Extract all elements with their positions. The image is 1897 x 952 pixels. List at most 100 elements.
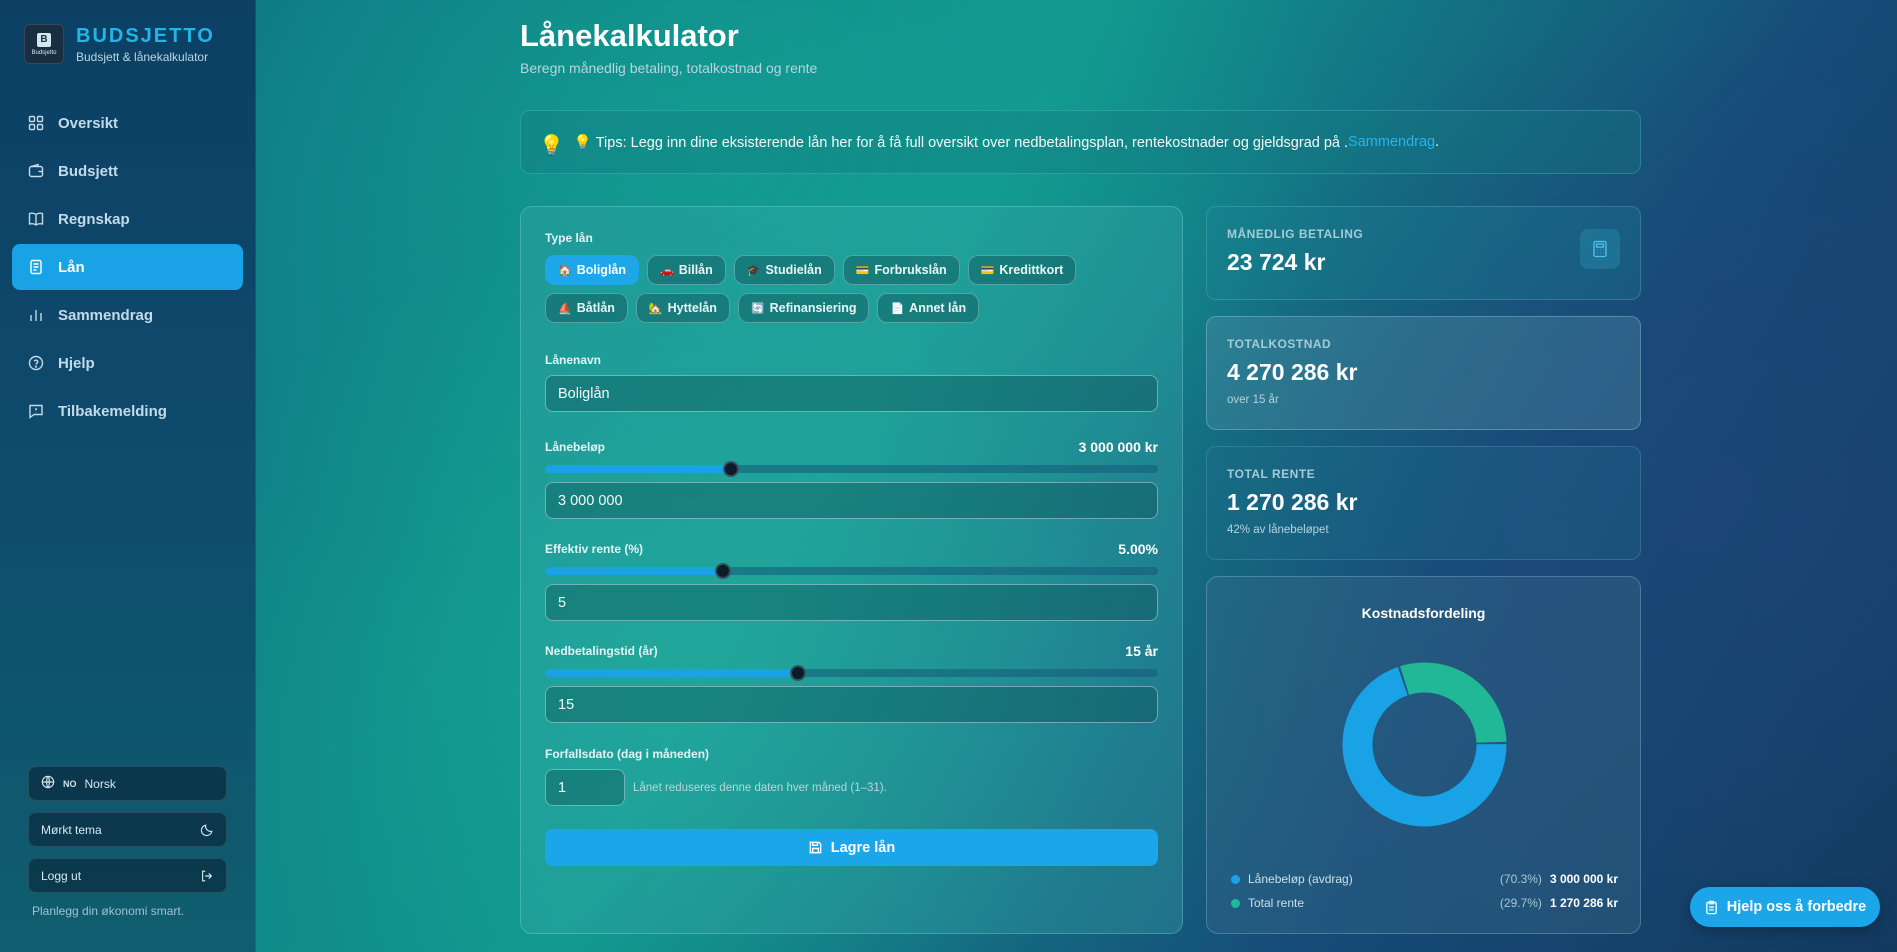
page-subtitle: Beregn månedlig betaling, totalkostnad o… [520, 60, 818, 76]
chip-boliglan[interactable]: 🏠 Boliglån [545, 255, 640, 285]
chip-studielan[interactable]: 🎓 Studielån [733, 255, 835, 285]
total-interest-sub: 42% av lånebeløpet [1227, 524, 1329, 536]
theme-toggle[interactable]: Mørkt tema [28, 812, 227, 847]
sidebar-item-lan[interactable]: Lån [12, 244, 243, 290]
cost-donut-chart [1342, 662, 1507, 827]
chip-label: Studielån [765, 263, 822, 277]
loan-amount-slider[interactable] [545, 461, 1158, 477]
legend-dot [1231, 874, 1240, 884]
save-loan-button[interactable]: Lagre lån [545, 829, 1158, 866]
loan-amount-input[interactable]: 3 000 000 [545, 482, 1158, 519]
graduation-cap-icon: 🎓 [746, 264, 761, 277]
legend-label: Total rente [1248, 896, 1305, 910]
logout-label: Logg ut [41, 868, 82, 883]
chart-title: Kostnadsfordeling [1361, 605, 1486, 621]
tip-link-sammendrag[interactable]: Sammendrag [1348, 134, 1435, 150]
cost-distribution-card: Kostnadsfordeling Lånebeløp (avdrag) (70… [1206, 576, 1641, 934]
tip-end: . [1435, 134, 1440, 150]
sidebar-item-budsjett[interactable]: Budsjett [12, 148, 243, 194]
tip-banner: 💡 💡 Tips: Legg inn dine eksisterende lån… [520, 110, 1641, 174]
due-date-hint: Lånet reduseres denne daten hver måned (… [633, 781, 887, 794]
chip-kredittkort[interactable]: 💳 Kredittkort [967, 255, 1077, 285]
chart-legend: Lånebeløp (avdrag) (70.3%) 3 000 000 kr … [1231, 867, 1618, 915]
chip-billan[interactable]: 🚗 Billån [647, 255, 726, 285]
legend-value: 1 270 286 kr [1549, 896, 1618, 910]
slider-thumb[interactable] [715, 563, 732, 579]
sidebar-item-tilbakemelding[interactable]: Tilbakemelding [12, 388, 243, 434]
bar-chart-icon [28, 307, 44, 323]
legend-value: 3 000 000 kr [1549, 872, 1618, 886]
language-code: NO [63, 778, 77, 789]
chip-refinansiering[interactable]: 🔄 Refinansiering [737, 293, 870, 323]
due-date-input[interactable]: 1 [545, 769, 625, 806]
slider-fill [545, 567, 724, 575]
monthly-payment-label: MÅNEDLIG BETALING [1227, 227, 1364, 241]
chip-hyttelan[interactable]: 🏡 Hyttelån [635, 293, 730, 323]
receipt-icon [28, 259, 44, 275]
slider-thumb[interactable] [722, 461, 739, 477]
brand-logo: B Budsjetto [24, 24, 64, 64]
chip-batlan[interactable]: ⛵ Båtlån [545, 293, 628, 323]
theme-label: Mørkt tema [41, 822, 102, 837]
chip-label: Boliglån [576, 263, 627, 277]
chip-forbrukslan[interactable]: 💳 Forbrukslån [842, 255, 960, 285]
legend-dot [1231, 898, 1240, 908]
sidebar-item-label: Regnskap [58, 210, 130, 228]
sidebar-item-sammendrag[interactable]: Sammendrag [12, 292, 243, 338]
rate-label: Effektiv rente (%) [545, 542, 644, 556]
total-interest-value: 1 270 286 kr [1227, 489, 1358, 515]
lightbulb-icon: 💡 [539, 134, 564, 157]
term-display: 15 år [1125, 643, 1158, 659]
brand-name: BUDSJETTO [76, 24, 215, 47]
sidebar-item-label: Hjelp [58, 354, 95, 372]
slider-thumb[interactable] [789, 665, 806, 681]
rate-input[interactable]: 5 [545, 584, 1158, 621]
rate-display: 5.00% [1118, 541, 1158, 557]
sidebar-item-regnskap[interactable]: Regnskap [12, 196, 243, 242]
term-input[interactable]: 15 [545, 686, 1158, 723]
sidebar: B Budsjetto BUDSJETTO Budsjett & lånekal… [0, 0, 256, 952]
due-date-label: Forfallsdato (dag i måneden) [545, 747, 710, 761]
credit-card-icon: 💳 [855, 264, 870, 277]
loan-form-card: Type lån 🏠 Boliglån 🚗 Billån 🎓 Studielån 💳 F… [520, 206, 1183, 934]
globe-icon [41, 775, 55, 792]
refresh-icon: 🔄 [750, 302, 765, 315]
feedback-help-button[interactable]: Hjelp oss å forbedre [1690, 887, 1880, 927]
due-date-field-group: Forfallsdato (dag i måneden) 1 Lånet red… [545, 747, 1158, 806]
total-cost-label: TOTALKOSTNAD [1227, 337, 1332, 351]
wallet-icon [28, 163, 44, 179]
loan-type-chips: 🏠 Boliglån 🚗 Billån 🎓 Studielån 💳 Forbrukslå… [545, 255, 1165, 323]
legend-item-interest: Total rente (29.7%) 1 270 286 kr [1231, 891, 1618, 915]
book-icon [28, 211, 44, 227]
calculator-icon [1580, 229, 1620, 269]
sidebar-item-label: Oversikt [58, 114, 119, 132]
term-slider[interactable] [545, 665, 1158, 681]
message-icon [28, 403, 44, 419]
legend-item-principal: Lånebeløp (avdrag) (70.3%) 3 000 000 kr [1231, 867, 1618, 891]
chip-annet-lan[interactable]: 📄 Annet lån [877, 293, 980, 323]
loan-name-label: Lånenavn [545, 353, 602, 367]
loan-name-input[interactable]: Boliglån [545, 375, 1158, 412]
rate-slider[interactable] [545, 563, 1158, 579]
legend-percent: (29.7%) [1499, 896, 1542, 910]
total-interest-label: TOTAL RENTE [1227, 467, 1316, 481]
credit-card-icon: 💳 [980, 264, 995, 277]
logout-button[interactable]: Logg ut [28, 858, 227, 893]
sidebar-item-label: Lån [58, 258, 85, 276]
tip-text: 💡 Tips: Legg inn dine eksisterende lån h… [573, 134, 1349, 151]
document-icon: 📄 [890, 302, 905, 315]
sidebar-item-label: Budsjett [58, 162, 118, 180]
language-select[interactable]: NO Norsk [28, 766, 227, 801]
donut-slice-interest[interactable] [1400, 662, 1507, 743]
total-cost-value: 4 270 286 kr [1227, 359, 1358, 385]
sidebar-item-oversikt[interactable]: Oversikt [12, 100, 243, 146]
moon-icon [200, 823, 214, 840]
sidebar-nav: Oversikt Budsjett Regnskap Lån Sammendra… [12, 100, 243, 436]
cabin-icon: 🏡 [648, 302, 663, 315]
sidebar-item-hjelp[interactable]: Hjelp [12, 340, 243, 386]
sidebar-item-label: Tilbakemelding [58, 402, 167, 420]
help-button-label: Hjelp oss å forbedre [1726, 899, 1867, 915]
loan-amount-label: Lånebeløp [545, 440, 606, 454]
chip-label: Annet lån [909, 301, 967, 315]
brand[interactable]: B Budsjetto BUDSJETTO Budsjett & lånekal… [24, 24, 215, 64]
